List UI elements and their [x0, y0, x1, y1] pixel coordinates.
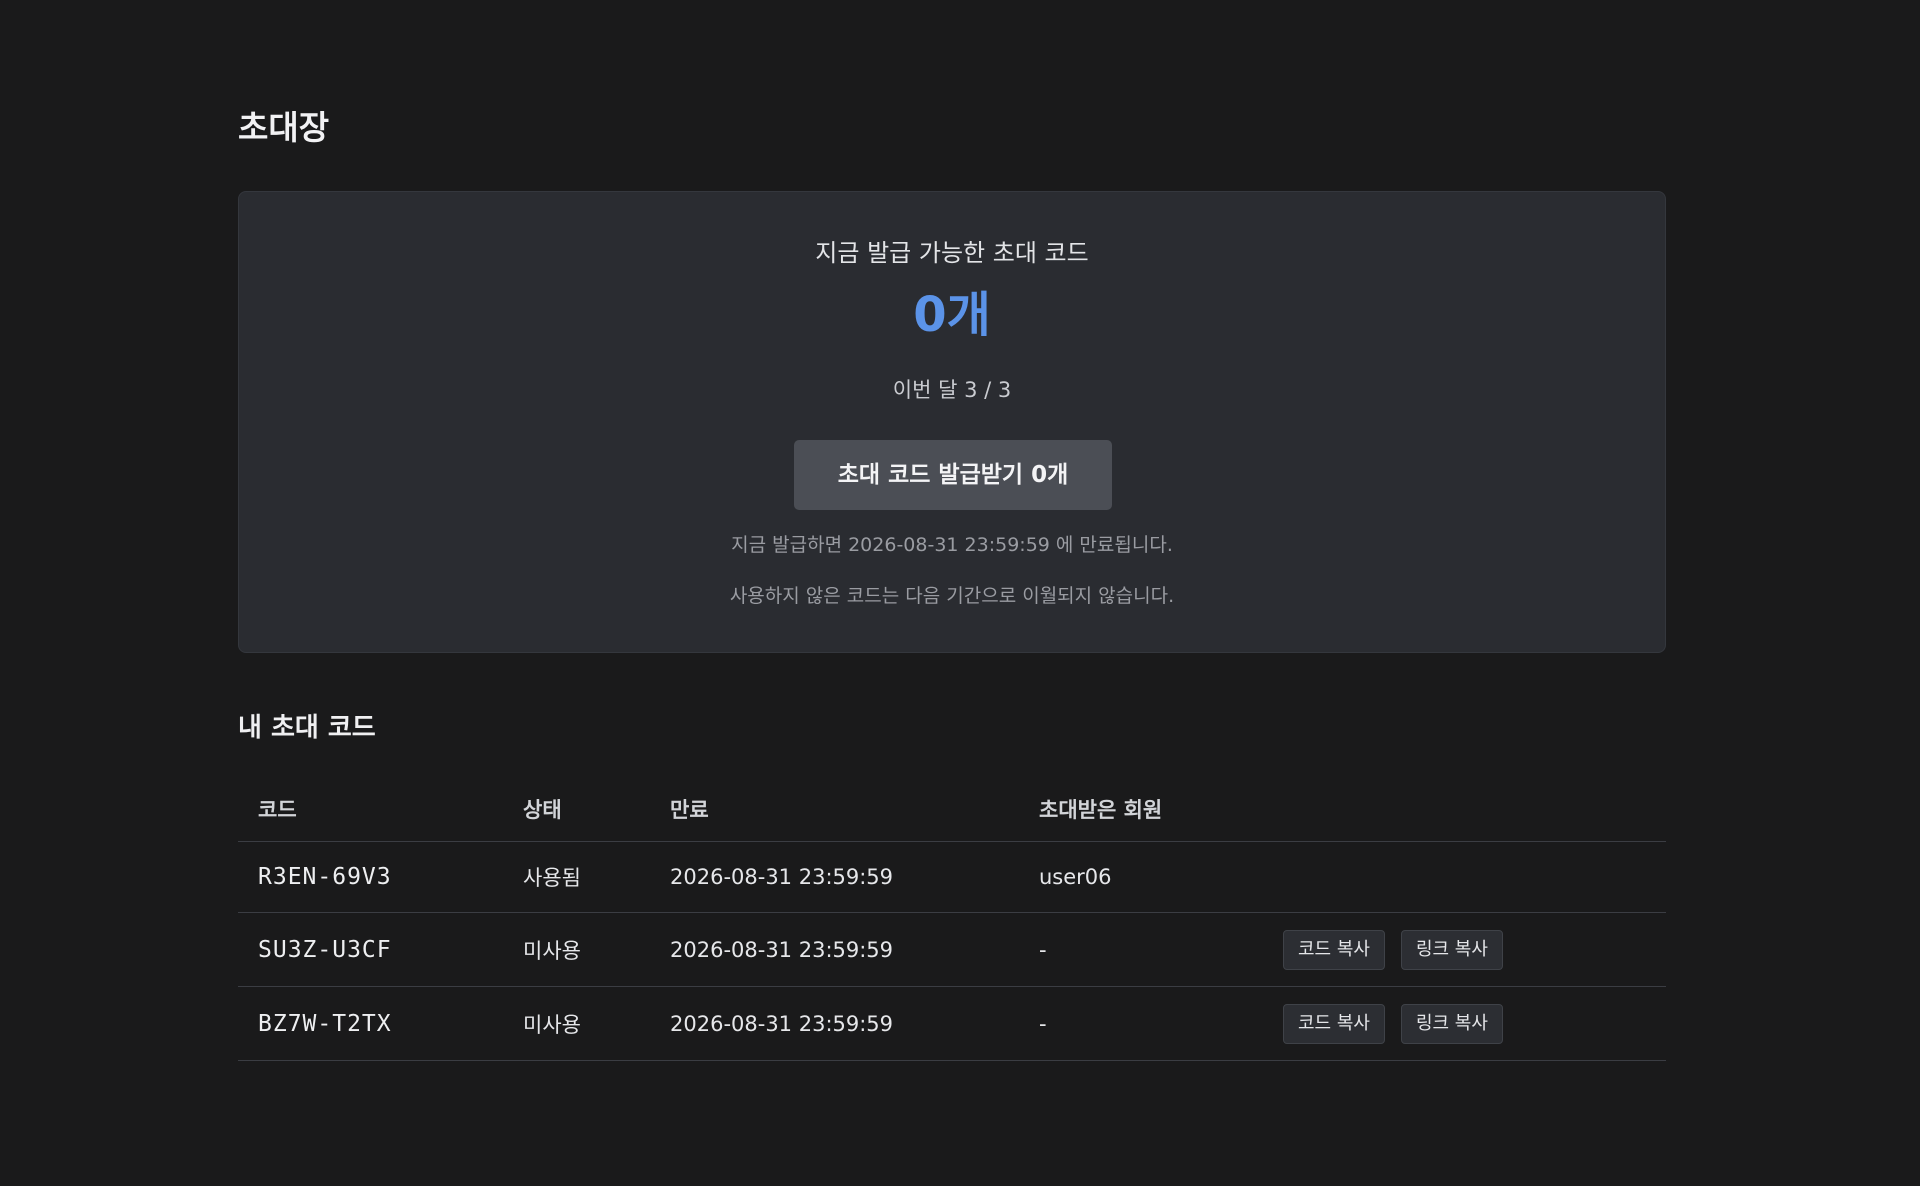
column-header-expires: 만료	[670, 797, 709, 822]
code-expiry: 2026-08-31 23:59:59	[670, 1011, 894, 1036]
code-status: 사용됨	[523, 866, 581, 890]
copy-code-button[interactable]: 코드 복사	[1283, 1003, 1385, 1044]
invite-issue-card: 지금 발급 가능한 초대 코드 0개 이번 달 3 / 3 초대 코드 발급받기…	[238, 191, 1666, 653]
carryover-note: 사용하지 않은 코드는 다음 기간으로 이월되지 않습니다.	[729, 585, 1175, 607]
table-row: R3EN-69V3 사용됨 2026-08-31 23:59:59 user06	[238, 842, 1666, 913]
issue-code-button[interactable]: 초대 코드 발급받기 0개	[794, 440, 1112, 510]
invited-member: -	[1039, 1011, 1047, 1036]
table-header: 코드 상태 만료 초대받은 회원	[238, 776, 1666, 842]
code-expiry: 2026-08-31 23:59:59	[670, 865, 894, 889]
page-title: 초대장	[238, 108, 330, 147]
table-row: SU3Z-U3CF 미사용 2026-08-31 23:59:59 - 코드 복…	[238, 913, 1666, 987]
invite-code: R3EN-69V3	[258, 864, 392, 890]
code-status: 미사용	[523, 1012, 581, 1037]
row-actions: 코드 복사 링크 복사	[1283, 987, 1503, 1060]
available-codes-label: 지금 발급 가능한 초대 코드	[815, 239, 1089, 267]
column-header-status: 상태	[523, 797, 562, 822]
row-actions: 코드 복사 링크 복사	[1283, 913, 1503, 986]
invite-code: BZ7W-T2TX	[258, 1010, 392, 1037]
code-expiry: 2026-08-31 23:59:59	[670, 937, 894, 962]
invite-codes-table: 코드 상태 만료 초대받은 회원 R3EN-69V3 사용됨 2026-08-3…	[238, 776, 1666, 1061]
invited-member: -	[1039, 937, 1047, 962]
table-row: BZ7W-T2TX 미사용 2026-08-31 23:59:59 - 코드 복…	[238, 987, 1666, 1061]
my-codes-title: 내 초대 코드	[238, 713, 376, 743]
copy-code-button[interactable]: 코드 복사	[1283, 929, 1385, 970]
available-codes-count: 0개	[913, 287, 991, 343]
column-header-code: 코드	[258, 797, 297, 822]
expiry-note: 지금 발급하면 2026-08-31 23:59:59 에 만료됩니다.	[731, 534, 1173, 556]
invite-code: SU3Z-U3CF	[258, 936, 392, 963]
code-status: 미사용	[523, 938, 581, 963]
column-header-invited-member: 초대받은 회원	[1039, 797, 1163, 822]
invited-member: user06	[1039, 865, 1112, 889]
copy-link-button[interactable]: 링크 복사	[1400, 1003, 1503, 1044]
monthly-usage: 이번 달 3 / 3	[892, 378, 1012, 402]
copy-link-button[interactable]: 링크 복사	[1400, 929, 1503, 970]
